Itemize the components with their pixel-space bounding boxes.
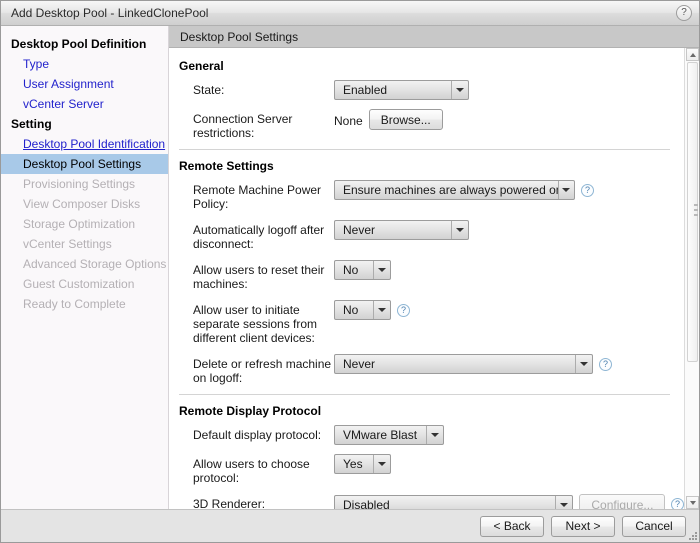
window-title: Add Desktop Pool - LinkedClonePool [11,6,209,20]
delete-or-refresh-machine-value: Never [343,357,376,371]
help-icon-delete-or-refresh[interactable]: ? [599,357,612,371]
state-value: Enabled [343,83,388,97]
scroll-down-arrow-icon[interactable] [686,496,699,509]
sidebar-group-setting: Setting [11,117,52,131]
vertical-scrollbar[interactable] [684,48,699,509]
allow-users-reset-machines-dropdown[interactable]: No [334,260,391,280]
3d-renderer-dropdown[interactable]: Disabled [334,494,574,510]
automatically-logoff-dropdown[interactable]: Never [334,220,469,240]
section-title-general: General [179,59,224,73]
back-button[interactable]: < Back [480,515,544,537]
chevron-down-icon[interactable] [373,301,390,319]
default-display-protocol-dropdown[interactable]: VMware Blast [334,425,444,445]
dialog-body: Desktop Pool Definition Type User Assign… [1,26,699,509]
chevron-down-icon[interactable] [373,261,390,279]
separate-sessions-value: No [343,303,359,317]
chevron-down-icon[interactable] [373,455,390,473]
row-default-display-protocol: Default display protocol: VMware Blast [179,425,684,445]
chevron-down-icon[interactable] [426,426,443,444]
sidebar-item-vcenter-settings: vCenter Settings [23,237,112,251]
sidebar-item-type[interactable]: Type [1,54,168,74]
label-remote-machine-power-policy: Remote Machine Power Policy: [193,183,322,211]
add-desktop-pool-dialog: Add Desktop Pool - LinkedClonePool ? Des… [0,0,700,543]
row-connection-server-restrictions: Connection Server restrictions: None Bro… [179,109,684,140]
browse-button[interactable]: Browse... [368,109,443,130]
cancel-button[interactable]: Cancel [622,515,686,537]
remote-machine-power-policy-dropdown[interactable]: Ensure machines are always powered on [334,180,575,200]
divider-remote-settings [179,394,670,395]
section-title-remote-display-protocol: Remote Display Protocol [179,404,322,418]
automatically-logoff-value: Never [343,223,376,237]
panel-body: General State: Enabled Connection Server… [169,48,699,509]
label-automatically-logoff: Automatically logoff after disconnect: [193,223,325,251]
scroll-up-arrow-icon[interactable] [686,48,699,61]
connection-server-restrictions-value: None [334,113,363,128]
settings-scroll-area: General State: Enabled Connection Server… [169,48,684,509]
sidebar-item-vcenter-server[interactable]: vCenter Server [1,94,168,114]
help-icon-3d-renderer[interactable]: ? [671,498,684,509]
label-separate-sessions: Allow user to initiate separate sessions… [193,303,318,345]
row-allow-users-reset-machines: Allow users to reset their machines: No [179,260,684,291]
sidebar-item-desktop-pool-identification[interactable]: Desktop Pool Identification [1,134,168,154]
label-default-display-protocol: Default display protocol: [193,428,322,442]
sidebar-group-definition: Desktop Pool Definition [11,37,147,51]
chevron-down-icon[interactable] [451,221,468,239]
row-allow-users-choose-protocol: Allow users to choose protocol: Yes [179,454,684,485]
help-icon-power-policy[interactable]: ? [581,183,594,197]
chevron-down-icon[interactable] [555,495,572,509]
chevron-down-icon[interactable] [575,355,592,373]
divider-general [179,149,670,150]
label-3d-renderer: 3D Renderer: [193,497,266,509]
state-dropdown[interactable]: Enabled [334,80,469,100]
default-display-protocol-value: VMware Blast [343,428,418,442]
help-icon[interactable]: ? [676,5,692,21]
label-connection-server-restrictions: Connection Server restrictions: [193,112,293,140]
allow-users-reset-machines-value: No [343,263,359,277]
delete-or-refresh-machine-dropdown[interactable]: Never [334,354,593,374]
wizard-sidebar: Desktop Pool Definition Type User Assign… [1,26,169,509]
panel-header: Desktop Pool Settings [169,26,699,48]
label-allow-users-reset-machines: Allow users to reset their machines: [193,263,325,291]
row-state: State: Enabled [179,80,684,100]
row-automatically-logoff: Automatically logoff after disconnect: N… [179,220,684,251]
label-delete-or-refresh-machine: Delete or refresh machine on logoff: [193,357,332,385]
sidebar-item-ready-to-complete: Ready to Complete [23,297,126,311]
remote-machine-power-policy-value: Ensure machines are always powered on [343,183,558,197]
section-title-remote-settings: Remote Settings [179,159,274,173]
sidebar-item-view-composer-disks: View Composer Disks [23,197,141,211]
sidebar-item-provisioning-settings: Provisioning Settings [23,177,136,191]
window-edge-resize-grip[interactable] [694,204,698,220]
chevron-down-icon[interactable] [451,81,468,99]
row-3d-renderer: 3D Renderer: Disabled Configure... ? [179,494,684,509]
allow-users-choose-protocol-dropdown[interactable]: Yes [334,454,391,474]
row-delete-or-refresh-machine: Delete or refresh machine on logoff: Nev… [179,354,684,385]
sidebar-item-desktop-pool-settings[interactable]: Desktop Pool Settings [1,154,168,174]
title-bar: Add Desktop Pool - LinkedClonePool ? [1,1,699,26]
row-separate-sessions: Allow user to initiate separate sessions… [179,300,684,345]
sidebar-item-storage-optimization: Storage Optimization [23,217,136,231]
3d-renderer-value: Disabled [343,497,390,510]
separate-sessions-dropdown[interactable]: No [334,300,391,320]
row-remote-machine-power-policy: Remote Machine Power Policy: Ensure mach… [179,180,684,211]
sidebar-item-advanced-storage-options: Advanced Storage Options [23,257,167,271]
next-button[interactable]: Next > [551,515,615,537]
label-allow-users-choose-protocol: Allow users to choose protocol: [193,457,310,485]
settings-panel: Desktop Pool Settings General State: Ena… [169,26,699,509]
chevron-down-icon[interactable] [557,181,574,199]
allow-users-choose-protocol-value: Yes [343,457,363,471]
label-state: State: [193,83,225,97]
sidebar-item-guest-customization: Guest Customization [23,277,135,291]
sidebar-item-user-assignment[interactable]: User Assignment [1,74,168,94]
configure-button: Configure... [579,494,665,509]
resize-grip[interactable] [687,530,697,540]
dialog-footer: < Back Next > Cancel [1,509,699,542]
help-icon-separate-sessions[interactable]: ? [397,303,410,317]
